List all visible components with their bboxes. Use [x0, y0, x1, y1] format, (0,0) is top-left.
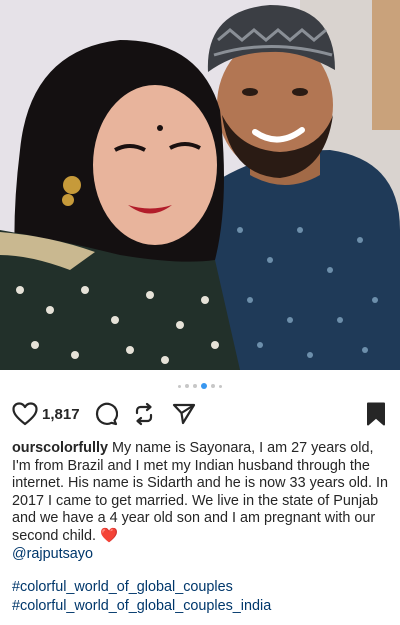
carousel-dot [185, 384, 189, 388]
bookmark-filled-icon[interactable] [366, 402, 386, 426]
post-action-bar: 1,817 [12, 398, 386, 430]
caption-mention[interactable]: @rajputsayo [12, 546, 93, 564]
post-photo[interactable] [0, 0, 400, 370]
hashtag-list: #colorful_world_of_global_couples #color… [12, 578, 388, 616]
red-heart-emoji: ❤️ [100, 527, 118, 544]
repost-arrows-icon[interactable] [132, 402, 156, 426]
hashtag-link[interactable]: #colorful_world_of_global_couples_india [12, 597, 388, 616]
like-count[interactable]: 1,817 [42, 406, 80, 423]
heart-outline-icon[interactable] [12, 402, 38, 426]
paper-plane-icon[interactable] [172, 402, 196, 426]
post-caption: ourscolorfully My name is Sayonara, I am… [12, 440, 388, 563]
comment-bubble-icon[interactable] [94, 402, 118, 426]
carousel-dot [211, 384, 215, 388]
carousel-indicator [0, 381, 400, 391]
carousel-dot-active [201, 383, 207, 389]
carousel-dot [219, 384, 222, 388]
couple-photo-illustration [0, 0, 400, 370]
caption-username[interactable]: ourscolorfully [12, 440, 108, 456]
hashtag-link[interactable]: #colorful_world_of_global_couples [12, 578, 388, 597]
carousel-dot [178, 384, 181, 388]
carousel-dot [193, 384, 197, 388]
